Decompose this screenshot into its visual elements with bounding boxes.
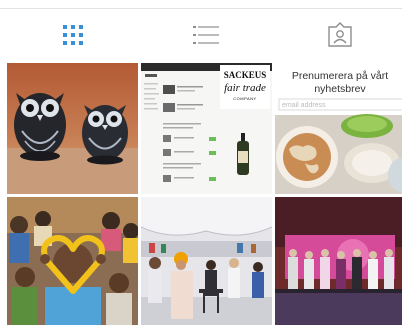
post-webshop[interactable]: SACKEUS fair trade COMPANY — [141, 63, 272, 194]
tab-list-view[interactable] — [186, 17, 226, 57]
post-stage[interactable] — [275, 197, 402, 325]
grid-icon — [62, 24, 84, 51]
post-grid: SACKEUS fair trade COMPANY Prenumerera p… — [7, 63, 402, 325]
post-newsletter[interactable]: Prenumerera på vårt nyhetsbrev email add… — [275, 63, 402, 194]
profile-tab-bar — [0, 17, 402, 57]
tagged-person-icon — [327, 21, 353, 53]
newsletter-image: Prenumerera på vårt nyhetsbrev email add… — [275, 63, 402, 194]
newsletter-email-placeholder: email address — [282, 102, 326, 109]
post-tent-event[interactable] — [141, 197, 272, 325]
webshop-logo-line3: COMPANY — [233, 96, 256, 101]
list-icon — [193, 24, 219, 51]
newsletter-title-line2: nyhetsbrev — [314, 83, 366, 95]
post-children[interactable] — [7, 197, 138, 325]
top-divider — [0, 8, 402, 9]
tab-grid-view[interactable] — [53, 17, 93, 57]
post-owls[interactable] — [7, 63, 138, 194]
newsletter-title-line1: Prenumerera på vårt — [292, 70, 388, 82]
tab-tagged-view[interactable] — [320, 17, 360, 57]
tent-event-image — [141, 197, 272, 325]
webshop-logo-line2: fair trade — [224, 82, 266, 94]
webshop-screenshot-image: SACKEUS fair trade COMPANY — [141, 63, 272, 194]
children-heart-image — [7, 197, 138, 325]
owl-figurines-image — [7, 63, 138, 194]
stage-performance-image — [275, 197, 402, 325]
webshop-logo-line1: SACKEUS — [224, 70, 267, 80]
